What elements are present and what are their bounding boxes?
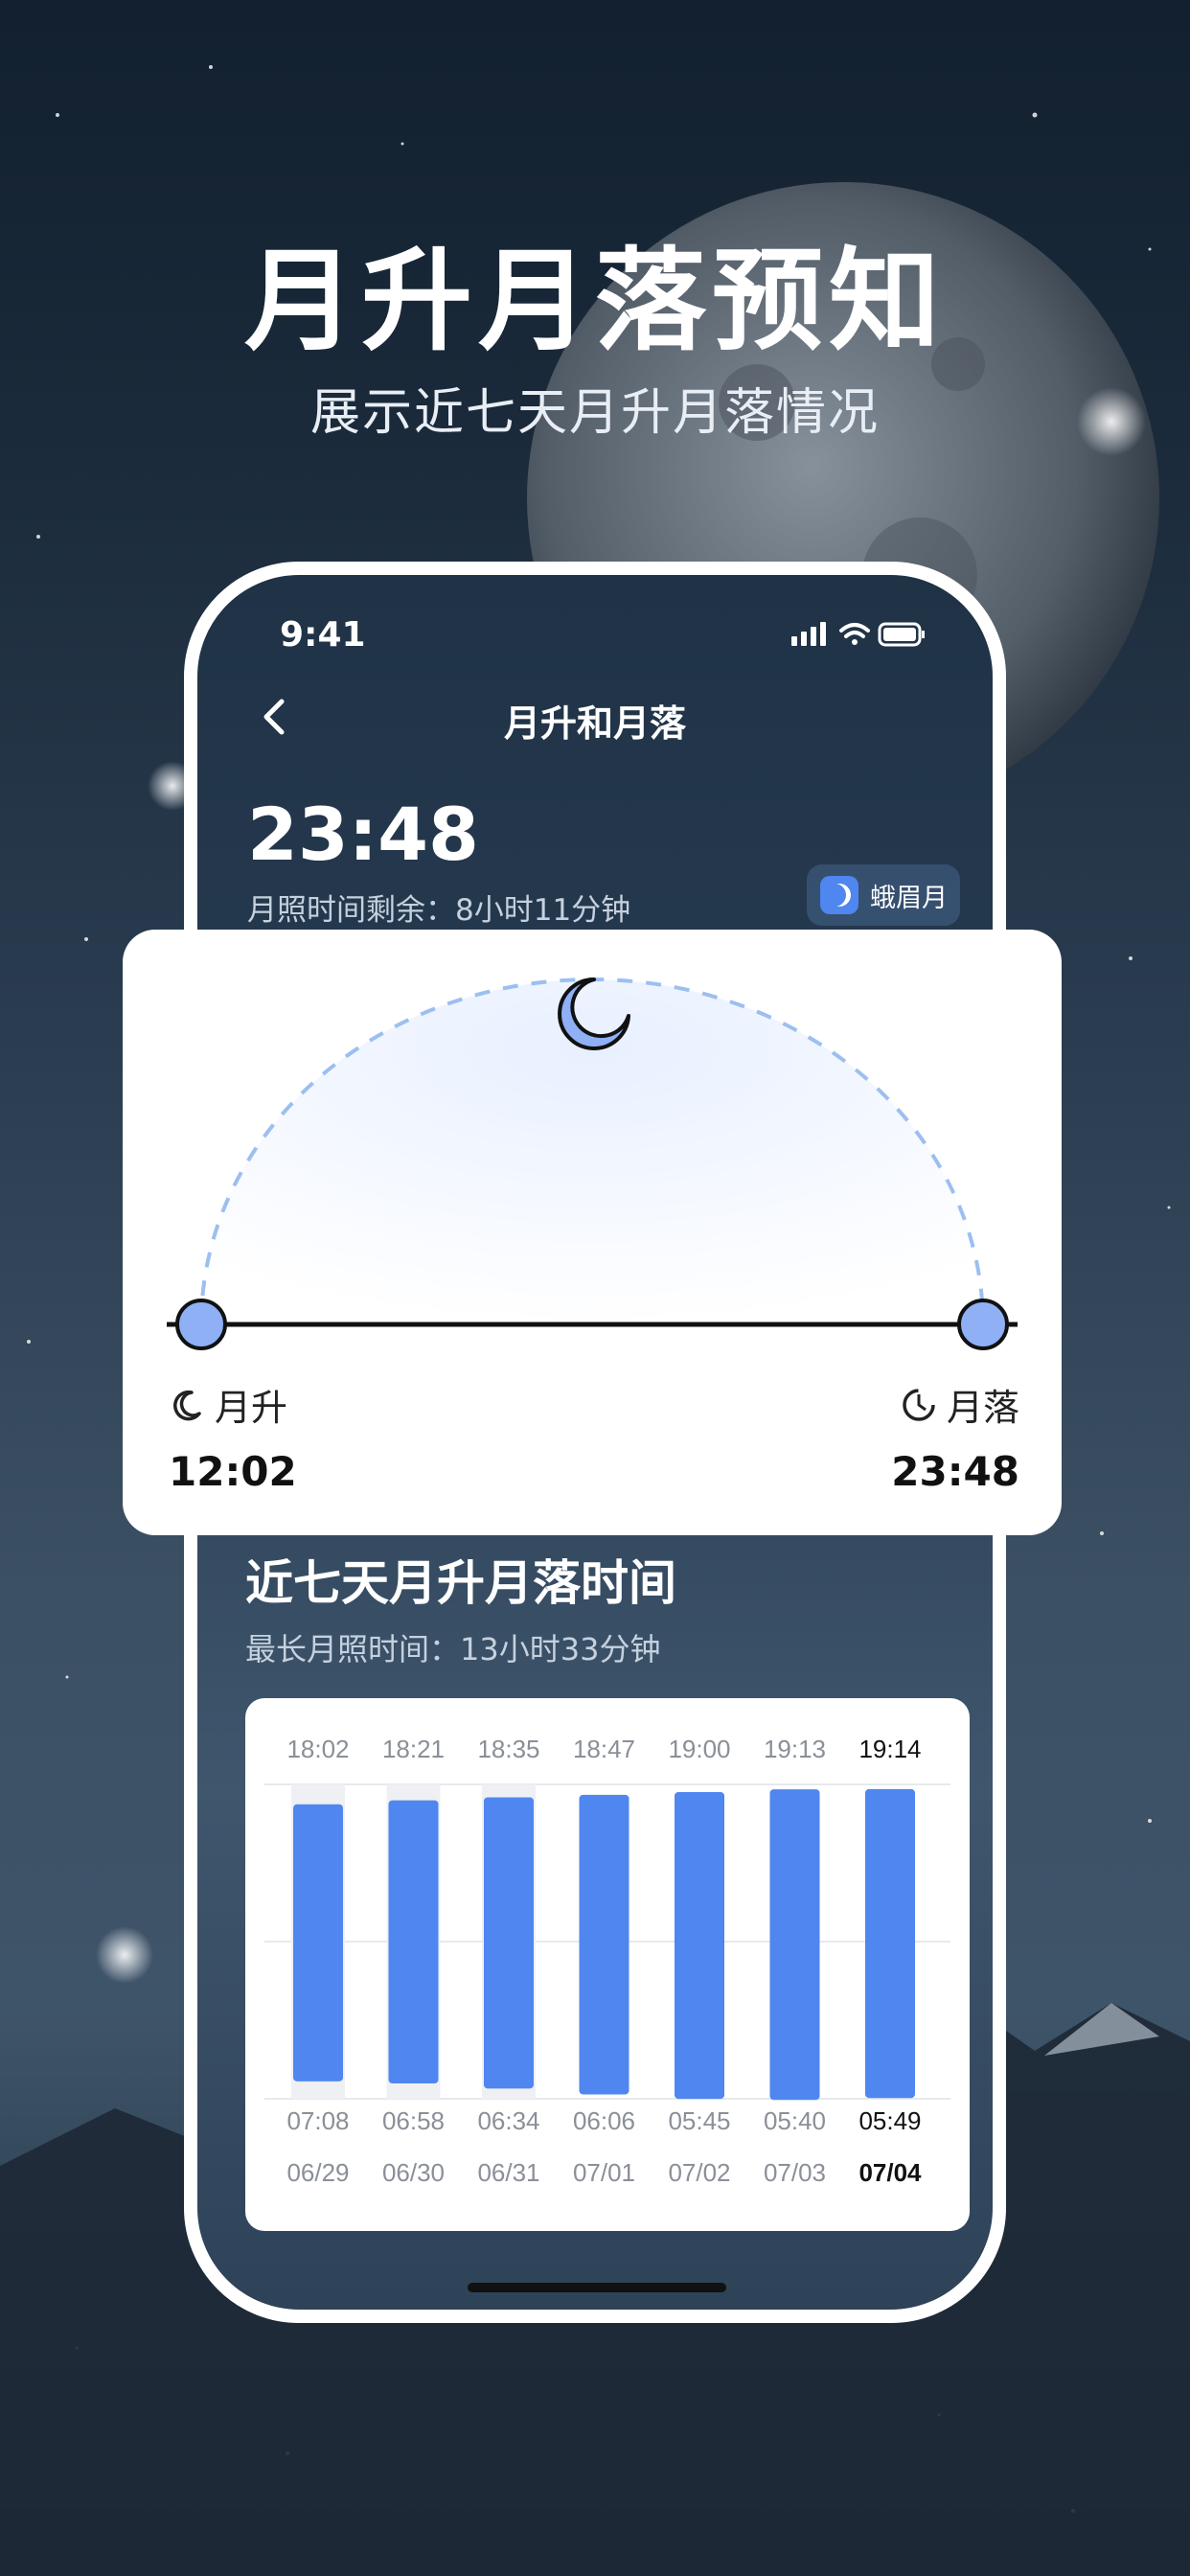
moonlight-bar[interactable]	[865, 1788, 915, 2099]
section-subtitle: 最长月照时间：13小时33分钟	[245, 1631, 661, 1668]
date-label: 07/02	[668, 2158, 730, 2187]
rise-time-label: 18:02	[286, 1735, 349, 1763]
moonrise-block: 月升 12:02	[169, 1378, 297, 1495]
date-label: 06/30	[382, 2158, 445, 2187]
set-time-label: 06:58	[382, 2106, 445, 2135]
status-icons	[791, 619, 926, 652]
moonset-label: 月落	[946, 1387, 1019, 1429]
set-dot	[957, 1299, 1009, 1350]
moonrise-time: 12:02	[169, 1448, 297, 1495]
set-time-label: 05:49	[858, 2106, 921, 2135]
moonlight-remaining: 月照时间剩余：8小时11分钟	[247, 893, 631, 928]
moonlight-bar[interactable]	[769, 1789, 820, 2101]
promo-subtitle: 展示近七天月升月落情况	[309, 384, 880, 442]
moonlight-bar[interactable]	[675, 1792, 724, 2100]
date-label: 07/03	[764, 2158, 826, 2187]
moon-phase-label: 蛾眉月	[870, 883, 948, 913]
moonlight-bar[interactable]	[579, 1794, 629, 2095]
rise-time-label: 18:35	[477, 1735, 539, 1763]
set-time-label: 05:45	[668, 2106, 730, 2135]
rise-time-label: 18:47	[573, 1735, 635, 1763]
set-time-label: 06:06	[573, 2106, 635, 2135]
rise-time-label: 19:14	[858, 1735, 921, 1763]
battery-icon	[878, 622, 925, 647]
moonlight-bar[interactable]	[484, 1797, 534, 2089]
moon-arc	[167, 978, 1018, 1350]
page-title: 月升和月落	[503, 702, 686, 745]
home-indicator	[468, 2283, 726, 2292]
date-label: 07/04	[858, 2158, 922, 2187]
date-label: 06/29	[286, 2158, 349, 2187]
moonrise-icon	[173, 1390, 201, 1420]
moonset-time: 23:48	[891, 1448, 1019, 1495]
promo-title: 月升月落预知	[244, 237, 946, 366]
set-time-label: 05:40	[764, 2106, 826, 2135]
date-label: 07/01	[573, 2158, 635, 2187]
moonlight-bar[interactable]	[388, 1800, 439, 2084]
weekly-moonrise-chart: 18:02 07:08 06/29 18:21 06:58 06/30 18:35 06:34…	[264, 1735, 950, 2187]
rise-dot	[175, 1299, 227, 1350]
status-time: 9:41	[280, 615, 366, 655]
set-time-label: 06:34	[477, 2106, 539, 2135]
moon-phase-icon	[820, 876, 858, 914]
date-label: 06/31	[477, 2158, 539, 2187]
section-title: 近七天月升月落时间	[245, 1555, 676, 1611]
rise-time-label: 19:13	[764, 1735, 826, 1763]
signal-icon	[791, 622, 826, 646]
moonlight-bar[interactable]	[293, 1804, 343, 2082]
rise-time-label: 19:00	[668, 1735, 730, 1763]
rise-time-label: 18:21	[382, 1735, 445, 1763]
set-time-label: 07:08	[286, 2106, 349, 2135]
moon-arc-card: 月升 12:02 月落 23:48	[123, 930, 1062, 1535]
current-time: 23:48	[247, 792, 479, 877]
moonset-block: 月落 23:48	[891, 1378, 1019, 1495]
moon-phase-badge[interactable]: 蛾眉月	[807, 864, 960, 926]
wifi-icon	[839, 623, 870, 638]
weekly-chart-card: 18:02 07:08 06/29 18:21 06:58 06/30 18:35 06:34…	[245, 1698, 970, 2231]
moonrise-label: 月升	[215, 1387, 288, 1429]
moonset-icon	[903, 1388, 935, 1421]
